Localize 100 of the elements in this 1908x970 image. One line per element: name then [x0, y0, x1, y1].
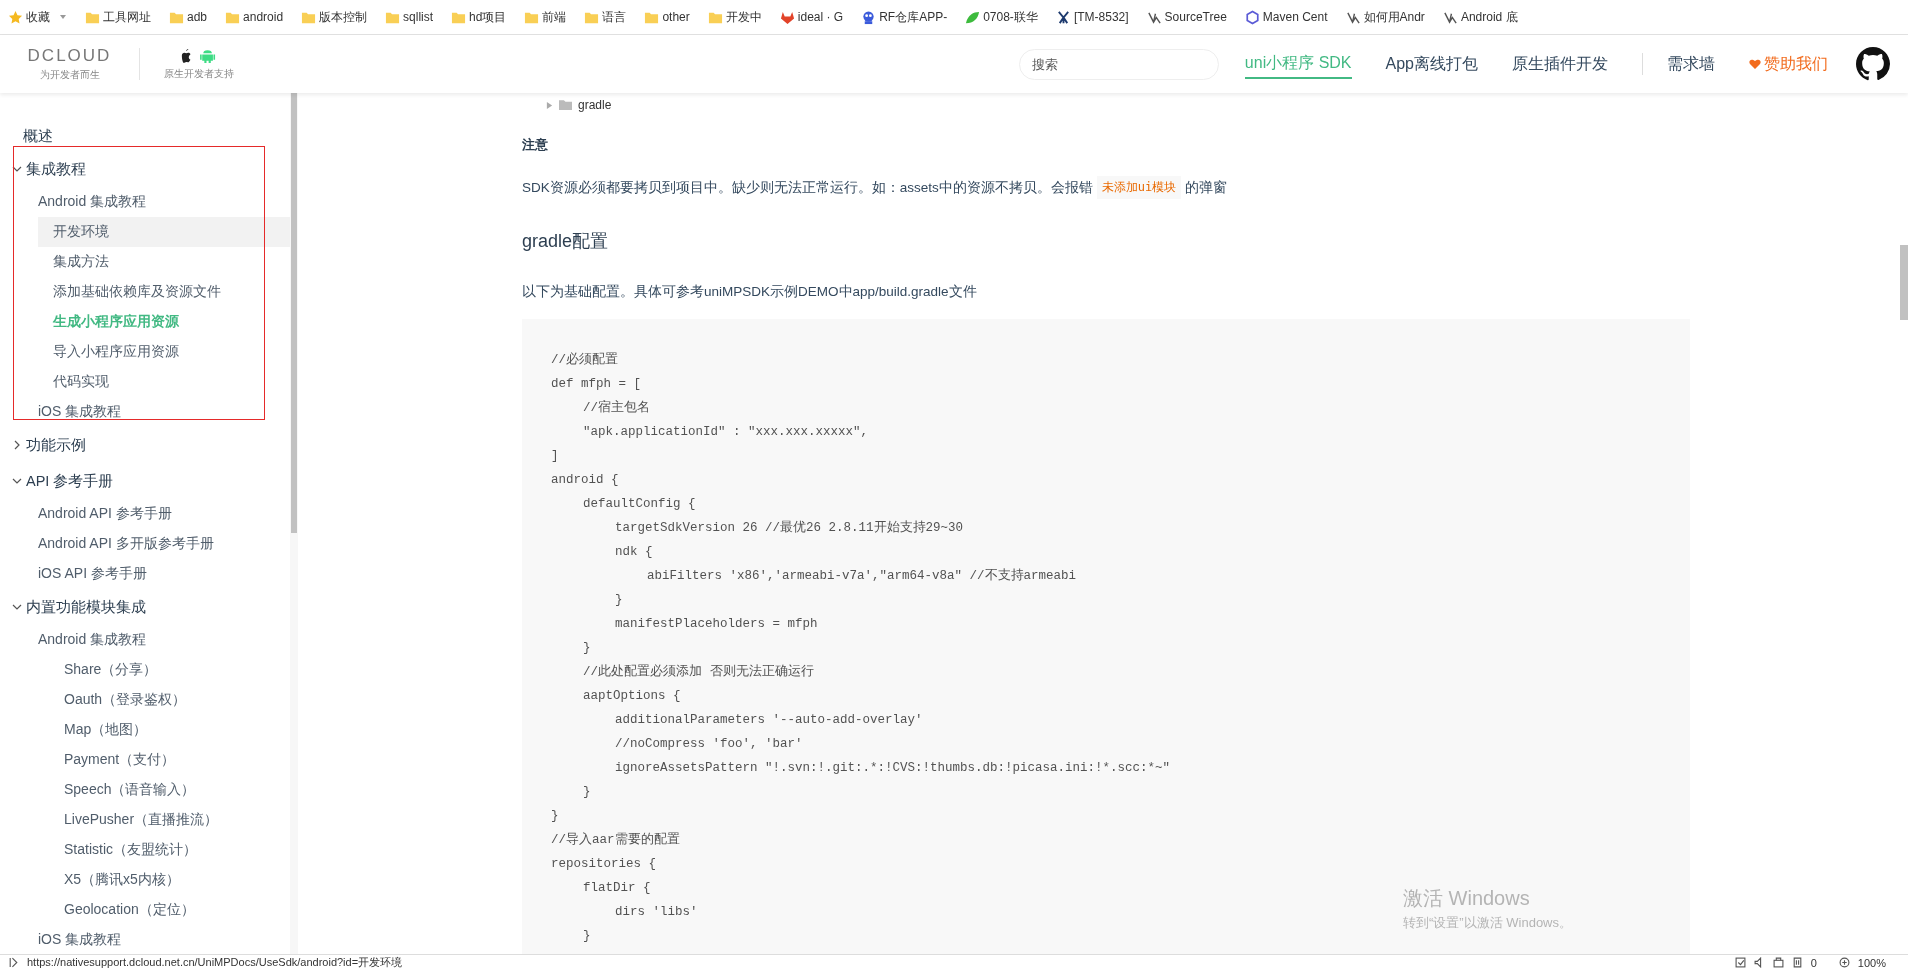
nav-link[interactable]: 需求墙 [1667, 50, 1715, 78]
zoom-level: 100% [1857, 956, 1886, 969]
sidebar-item[interactable]: 开发环境 [53, 223, 109, 241]
bookmark[interactable]: SourceTree [1146, 9, 1227, 25]
sidebar-item[interactable]: Android 集成教程 [38, 193, 147, 211]
sidebar-item[interactable]: Share（分享） [64, 661, 158, 679]
hexagon-icon [1244, 9, 1260, 25]
page-icon [8, 957, 19, 968]
sidebar-item[interactable]: Geolocation（定位） [64, 901, 195, 919]
search-field[interactable]: 搜索 [1018, 48, 1219, 80]
sidebar-item[interactable]: Payment（支付） [64, 751, 176, 769]
bookmark[interactable]: 开发中 [707, 8, 762, 26]
inline-code: 未添加ui模块 [1096, 176, 1182, 199]
code-line: ndk { [615, 545, 653, 559]
sidebar-item[interactable]: 添加基础依赖库及资源文件 [53, 283, 221, 301]
status-url: https://nativesupport.dcloud.net.cn/UniMPDocs/UseSdk/android?id=开发环境 [27, 955, 403, 970]
leaf-icon [965, 9, 981, 25]
sidebar-item[interactable]: 内置功能模块集成 [26, 597, 146, 617]
code-line: //必须配置 [551, 353, 618, 367]
paragraph: 以下为基础配置。具体可参考uniMPSDK示例DEMO中app/build.gradle文件 [522, 283, 978, 301]
bookmark[interactable]: android [225, 9, 284, 25]
code-line: } [551, 809, 559, 823]
sidebar-item[interactable]: X5（腾讯x5内核） [64, 871, 180, 889]
code-line: //导入aar需要的配置 [551, 833, 680, 847]
code-line: additionalParameters '--auto-add-overlay' [615, 713, 923, 727]
code-line: aaptOptions { [583, 689, 681, 703]
bookmark[interactable]: [TM-8532] [1055, 9, 1129, 25]
code-line: dirs 'libs' [615, 905, 698, 919]
bookmark[interactable]: Maven Cent [1244, 9, 1328, 25]
chevron-icon[interactable] [12, 476, 22, 486]
bookmark[interactable]: other [644, 9, 690, 25]
sidebar-item[interactable]: 代码实现 [53, 373, 109, 391]
sidebar-item[interactable]: Statistic（友盟统计） [64, 841, 197, 859]
sidebar-item[interactable]: API 参考手册 [26, 471, 114, 491]
code-line: abiFilters 'x86','armeabi-v7a',"arm64-v8a" //不支持armeabi [647, 569, 1077, 583]
sidebar-item[interactable]: Android API 参考手册 [38, 505, 172, 523]
bookmark[interactable]: sqllist [385, 9, 434, 25]
notice-title: 激活 Windows [1403, 886, 1531, 911]
sidebar-item[interactable]: Android 集成教程 [38, 631, 147, 649]
section-heading: gradle配置 [522, 230, 610, 253]
sidebar-item[interactable]: Oauth（登录鉴权） [64, 691, 187, 709]
bookmark[interactable]: 0708-联华 [965, 8, 1038, 26]
sidebar-item[interactable]: 功能示例 [26, 435, 86, 455]
check-icon[interactable] [1734, 957, 1746, 968]
nav-tab[interactable]: 原生插件开发 [1512, 50, 1608, 78]
sidebar-item[interactable]: iOS 集成教程 [38, 403, 122, 421]
code-line: } [615, 593, 623, 607]
bookmark[interactable]: 前端 [524, 8, 567, 26]
sidebar-item[interactable]: Map（地图） [64, 721, 148, 739]
chevron-icon[interactable] [12, 164, 22, 174]
sidebar-item[interactable]: 导入小程序应用资源 [53, 343, 179, 361]
code-line: manifestPlaceholders = mfph [615, 617, 818, 631]
platform-caption: 原生开发者支持 [164, 66, 234, 81]
zoom-icon[interactable] [1838, 957, 1850, 968]
sidebar-item[interactable]: LivePusher（直播推流） [64, 811, 219, 829]
bookmark[interactable]: 工具网址 [85, 8, 151, 26]
bookmark[interactable]: 语言 [584, 8, 627, 26]
code-line: } [583, 641, 591, 655]
github-icon[interactable] [1856, 47, 1890, 81]
code-line: } [583, 785, 591, 799]
code-line: //宿主包名 [583, 401, 650, 415]
code-line: defaultConfig { [583, 497, 696, 511]
sidebar-item[interactable]: iOS 集成教程 [38, 931, 122, 949]
bookmark[interactable]: 版本控制 [301, 8, 368, 26]
bookmark[interactable]: 收藏 [8, 8, 67, 26]
code-line: ] [551, 449, 559, 463]
file-tree-item[interactable]: gradle [578, 98, 612, 112]
sidebar-item[interactable]: Android API 多开版参考手册 [38, 535, 214, 553]
code-line: //noCompress 'foo', 'bar' [615, 737, 803, 751]
chevron-icon[interactable] [12, 602, 22, 612]
code-line: //此处配置必须添加 否则无法正确运行 [583, 665, 814, 679]
bookmark[interactable]: RF仓库APP- [861, 8, 948, 26]
chevron-icon[interactable] [12, 440, 22, 450]
sidebar-item[interactable]: iOS API 参考手册 [38, 565, 147, 583]
heart-icon [1749, 58, 1761, 70]
bookmark[interactable]: ideal · G [779, 9, 844, 25]
code-line: repositories { [551, 857, 657, 871]
bookmark[interactable]: adb [169, 9, 208, 25]
sidebar-item[interactable]: 集成方法 [53, 253, 109, 271]
bookmark[interactable]: Android 底 [1442, 8, 1518, 26]
slogan: 为开发者而生 [39, 68, 100, 82]
sidebar-item[interactable]: 概述 [23, 126, 53, 146]
bookmark[interactable]: 如何用Andr [1345, 8, 1425, 26]
bookmark[interactable]: hd项目 [451, 8, 507, 26]
scrollbar[interactable] [290, 93, 298, 954]
robot-icon [861, 9, 877, 25]
code-line: flatDir { [583, 881, 651, 895]
code-line: def mfph = [ [551, 377, 641, 391]
download-count: 0 [1810, 956, 1817, 969]
sidebar-item[interactable]: Speech（语音输入） [64, 781, 196, 799]
note-text: 的弹窗 [1185, 178, 1228, 197]
notice-text: 转到“设置”以激活 Windows。 [1403, 914, 1572, 932]
sidebar-item[interactable]: 集成教程 [26, 159, 86, 179]
star-icon [8, 9, 23, 25]
logo[interactable]: DCLOUD [27, 46, 112, 66]
figure-icon [1055, 9, 1071, 25]
bag-icon[interactable] [1772, 957, 1784, 968]
nav-tab[interactable]: App离线打包 [1385, 50, 1478, 78]
note-heading: 注意 [522, 136, 549, 154]
code-line: } [583, 929, 591, 943]
